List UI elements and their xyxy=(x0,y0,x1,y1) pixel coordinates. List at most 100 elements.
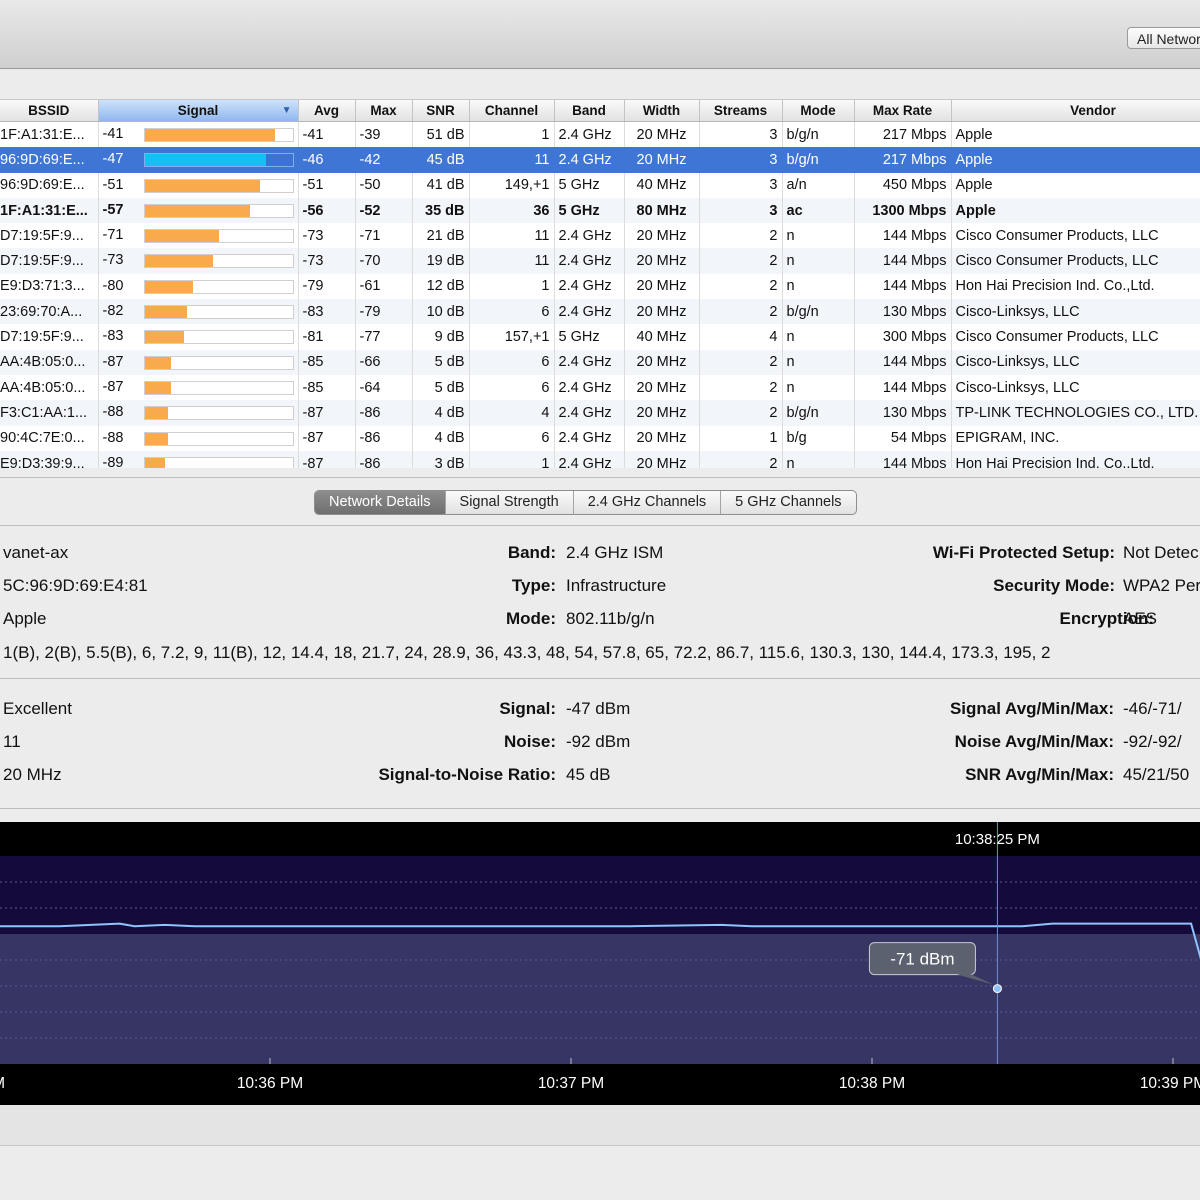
vendor-cell: Hon Hai Precision Ind. Co.,Ltd. xyxy=(951,273,1200,300)
band-cell: 5 GHz xyxy=(554,197,625,224)
band-cell: 2.4 GHz xyxy=(554,400,625,426)
signal-bar xyxy=(143,305,294,320)
width-cell: 20 MHz xyxy=(624,223,700,249)
channel-cell: 1 xyxy=(469,121,555,148)
bssid-cell: 1F:A1:31:E... xyxy=(0,197,99,224)
bssid-cell: 1F:A1:31:E... xyxy=(0,121,99,148)
table-row[interactable]: 23:69:70:A... -82 -83 -79 10 dB 6 2.4 GHz 20 MH… xyxy=(0,299,1200,325)
table-row[interactable]: AA:4B:05:0... -87 -85 -64 5 dB 6 2.4 GHz 20 MHz… xyxy=(0,374,1200,401)
signal-bar xyxy=(143,178,294,193)
table-row[interactable]: 1F:A1:31:E... -41 -41 -39 51 dB 1 2.4 GHz 20 MH… xyxy=(0,121,1200,148)
channel-cell: 6 xyxy=(469,374,555,401)
divider xyxy=(0,477,1200,478)
column-header-bssid[interactable]: BSSID xyxy=(0,100,99,122)
signal-cell: -82 xyxy=(98,299,299,325)
table-row[interactable]: 90:4C:7E:0... -88 -87 -86 4 dB 6 2.4 GHz 20 MHz… xyxy=(0,425,1200,451)
signal-bar-fill xyxy=(144,331,185,344)
width-cell: 40 MHz xyxy=(624,324,700,350)
streams-cell: 2 xyxy=(699,349,783,375)
tab-signal-strength[interactable]: Signal Strength xyxy=(446,491,574,514)
snr-cell: 35 dB xyxy=(412,197,470,224)
channel-cell: 4 xyxy=(469,400,555,426)
snr-cell: 4 dB xyxy=(412,400,470,426)
vendor-value: Apple xyxy=(3,609,47,628)
signal-value: -73 xyxy=(102,252,124,269)
max-cell: -64 xyxy=(355,374,413,401)
snr-cell: 3 dB xyxy=(412,450,470,468)
vendor-cell: Hon Hai Precision Ind. Co.,Ltd. xyxy=(951,450,1200,468)
table-row[interactable]: 96:9D:69:E... -47 -46 -42 45 dB 11 2.4 GHz 20 M… xyxy=(0,147,1200,173)
signal-cell: -80 xyxy=(98,273,299,300)
avg-cell: -79 xyxy=(298,273,356,300)
column-header-band[interactable]: Band xyxy=(554,100,625,122)
vendor-cell: Cisco Consumer Products, LLC xyxy=(951,223,1200,249)
table-row[interactable]: D7:19:5F:9... -73 -73 -70 19 dB 11 2.4 GHz 20 M… xyxy=(0,248,1200,274)
column-header-snr[interactable]: SNR xyxy=(412,100,470,122)
table-row[interactable]: E9:D3:71:3... -80 -79 -61 12 dB 1 2.4 GHz 20 MH… xyxy=(0,273,1200,300)
table-row[interactable]: D7:19:5F:9... -71 -73 -71 21 dB 11 2.4 GHz 20 M… xyxy=(0,223,1200,249)
tab-network-details[interactable]: Network Details xyxy=(315,491,446,514)
column-header-max[interactable]: Max xyxy=(355,100,413,122)
column-header-signal[interactable]: Signal ▼ xyxy=(98,100,299,122)
vendor-cell: Cisco Consumer Products, LLC xyxy=(951,248,1200,274)
avg-cell: -51 xyxy=(298,172,356,198)
band-cell: 2.4 GHz xyxy=(554,299,625,325)
signal-bar-fill xyxy=(144,255,213,268)
width-value: 20 MHz xyxy=(3,765,62,784)
avg-cell: -73 xyxy=(298,248,356,274)
column-header-streams[interactable]: Streams xyxy=(699,100,783,122)
tab-5-ghz-channels[interactable]: 5 GHz Channels xyxy=(721,491,855,514)
bssid-cell: 96:9D:69:E... xyxy=(0,147,99,173)
signal-value: -47 xyxy=(102,151,124,168)
network-name: vanet-ax xyxy=(3,543,69,562)
vendor-cell: Apple xyxy=(951,147,1200,173)
table-row[interactable]: 96:9D:69:E... -51 -51 -50 41 dB 149,+1 5 GHz 40… xyxy=(0,172,1200,198)
snr-stats-value: 45/21/50 xyxy=(1123,765,1190,784)
channel-cell: 36 xyxy=(469,197,555,224)
mode-cell: b/g xyxy=(782,425,855,451)
max-rate-cell: 144 Mbps xyxy=(854,248,952,274)
table-row[interactable]: AA:4B:05:0... -87 -85 -66 5 dB 6 2.4 GHz 20 MHz… xyxy=(0,349,1200,375)
snr-cell: 51 dB xyxy=(412,121,470,148)
bssid-cell: AA:4B:05:0... xyxy=(0,374,99,401)
wps-value: Not Detec xyxy=(1123,543,1199,562)
table-row[interactable]: E9:D3:39:9... -89 -87 -86 3 dB 1 2.4 GHz 20 MHz… xyxy=(0,450,1200,468)
band-cell: 2.4 GHz xyxy=(554,450,625,468)
tab-2-4-ghz-channels[interactable]: 2.4 GHz Channels xyxy=(574,491,722,514)
vendor-cell: Apple xyxy=(951,197,1200,224)
mode-cell: n xyxy=(782,223,855,249)
vendor-cell: Cisco Consumer Products, LLC xyxy=(951,324,1200,350)
signal-cell: -88 xyxy=(98,400,299,426)
band-cell: 5 GHz xyxy=(554,172,625,198)
streams-cell: 2 xyxy=(699,299,783,325)
signal-history-graph[interactable]: 10:38:25 PM -71 dBm M 10:36 PM 10:37 PM 10:38… xyxy=(0,822,1200,1105)
table-row[interactable]: 1F:A1:31:E... -57 -56 -52 35 dB 36 5 GHz 80 MHz… xyxy=(0,197,1200,224)
channel-cell: 149,+1 xyxy=(469,172,555,198)
signal-value: -88 xyxy=(102,429,124,446)
channel-cell: 11 xyxy=(469,147,555,173)
column-header-mode[interactable]: Mode xyxy=(782,100,855,122)
signal-cell: -87 xyxy=(98,349,299,375)
signal-value: -82 xyxy=(102,303,124,320)
column-header-vendor[interactable]: Vendor xyxy=(951,100,1200,122)
column-header-max-rate[interactable]: Max Rate xyxy=(854,100,952,122)
table-row[interactable]: D7:19:5F:9... -83 -81 -77 9 dB 157,+1 5 GHz 40 … xyxy=(0,324,1200,350)
channel-cell: 157,+1 xyxy=(469,324,555,350)
max-cell: -50 xyxy=(355,172,413,198)
avg-cell: -46 xyxy=(298,147,356,173)
network-filter-button[interactable]: All Networks xyxy=(1127,27,1200,49)
max-rate-cell: 217 Mbps xyxy=(854,147,952,173)
column-header-channel[interactable]: Channel xyxy=(469,100,555,122)
band-cell: 2.4 GHz xyxy=(554,121,625,148)
avg-cell: -87 xyxy=(298,425,356,451)
max-cell: -77 xyxy=(355,324,413,350)
band-cell: 2.4 GHz xyxy=(554,273,625,300)
table-row[interactable]: F3:C1:AA:1... -88 -87 -86 4 dB 4 2.4 GHz 20 MHz… xyxy=(0,400,1200,426)
bssid-cell: F3:C1:AA:1... xyxy=(0,400,99,426)
column-header-width[interactable]: Width xyxy=(624,100,700,122)
column-header-avg[interactable]: Avg xyxy=(298,100,356,122)
signal-bar-fill xyxy=(144,230,219,243)
network-table: BSSID Signal ▼ Avg Max SNR Channel Band Width Str… xyxy=(0,99,1200,468)
signal-cell: -87 xyxy=(98,374,299,401)
signal-bar xyxy=(143,229,294,244)
